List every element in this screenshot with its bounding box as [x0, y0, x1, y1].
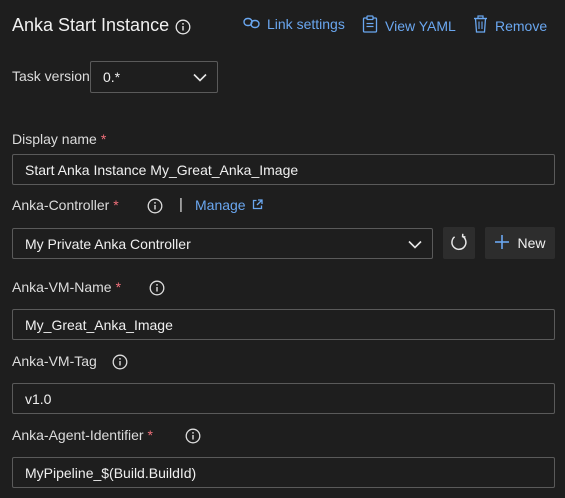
display-name-input[interactable]: Start Anka Instance My_Great_Anka_Image: [12, 154, 555, 185]
required-mark: *: [100, 131, 107, 147]
manage-link[interactable]: Manage: [195, 197, 263, 213]
view-yaml-label: View YAML: [385, 17, 456, 34]
anka-vm-name-input[interactable]: My_Great_Anka_Image: [12, 309, 555, 340]
refresh-icon: [450, 233, 468, 254]
required-mark: *: [115, 279, 122, 295]
required-mark: *: [113, 197, 119, 213]
new-button[interactable]: New: [485, 227, 555, 259]
trash-icon: [473, 15, 488, 36]
refresh-button[interactable]: [443, 227, 475, 259]
display-name-label: Display name *: [12, 131, 107, 147]
info-icon[interactable]: [112, 354, 128, 370]
chevron-down-icon: [193, 69, 207, 85]
manage-label: Manage: [195, 197, 246, 213]
anka-vm-name-label: Anka-VM-Name *: [12, 279, 122, 295]
chevron-down-icon: [408, 236, 422, 252]
anka-controller-select[interactable]: My Private Anka Controller: [12, 228, 433, 259]
link-icon: [243, 16, 260, 32]
remove-button[interactable]: Remove: [473, 15, 547, 36]
anka-agent-identifier-input[interactable]: MyPipeline_$(Build.BuildId): [12, 457, 555, 488]
anka-agent-identifier-label: Anka-Agent-Identifier *: [12, 427, 153, 443]
info-icon[interactable]: [185, 428, 201, 444]
info-icon[interactable]: [175, 19, 191, 35]
anka-controller-label: Anka-Controller *: [12, 197, 119, 213]
external-link-icon: [252, 197, 263, 213]
anka-vm-tag-input[interactable]: v1.0: [12, 383, 555, 414]
anka-vm-tag-label: Anka-VM-Tag: [12, 353, 97, 369]
info-icon[interactable]: [149, 280, 165, 296]
task-version-label: Task version: [12, 68, 90, 84]
separator: |: [179, 196, 183, 213]
required-mark: *: [147, 427, 153, 443]
remove-label: Remove: [495, 17, 548, 34]
clipboard-icon: [362, 15, 378, 36]
view-yaml-button[interactable]: View YAML: [362, 15, 456, 36]
link-settings-label: Link settings: [267, 16, 345, 32]
link-settings-button[interactable]: Link settings: [243, 16, 345, 32]
info-icon[interactable]: [147, 198, 163, 214]
page-title: Anka Start Instance: [12, 15, 170, 35]
plus-icon: [494, 234, 510, 253]
new-label: New: [517, 235, 546, 251]
task-version-value: 0.*: [103, 69, 121, 85]
task-version-select[interactable]: 0.*: [90, 61, 218, 93]
